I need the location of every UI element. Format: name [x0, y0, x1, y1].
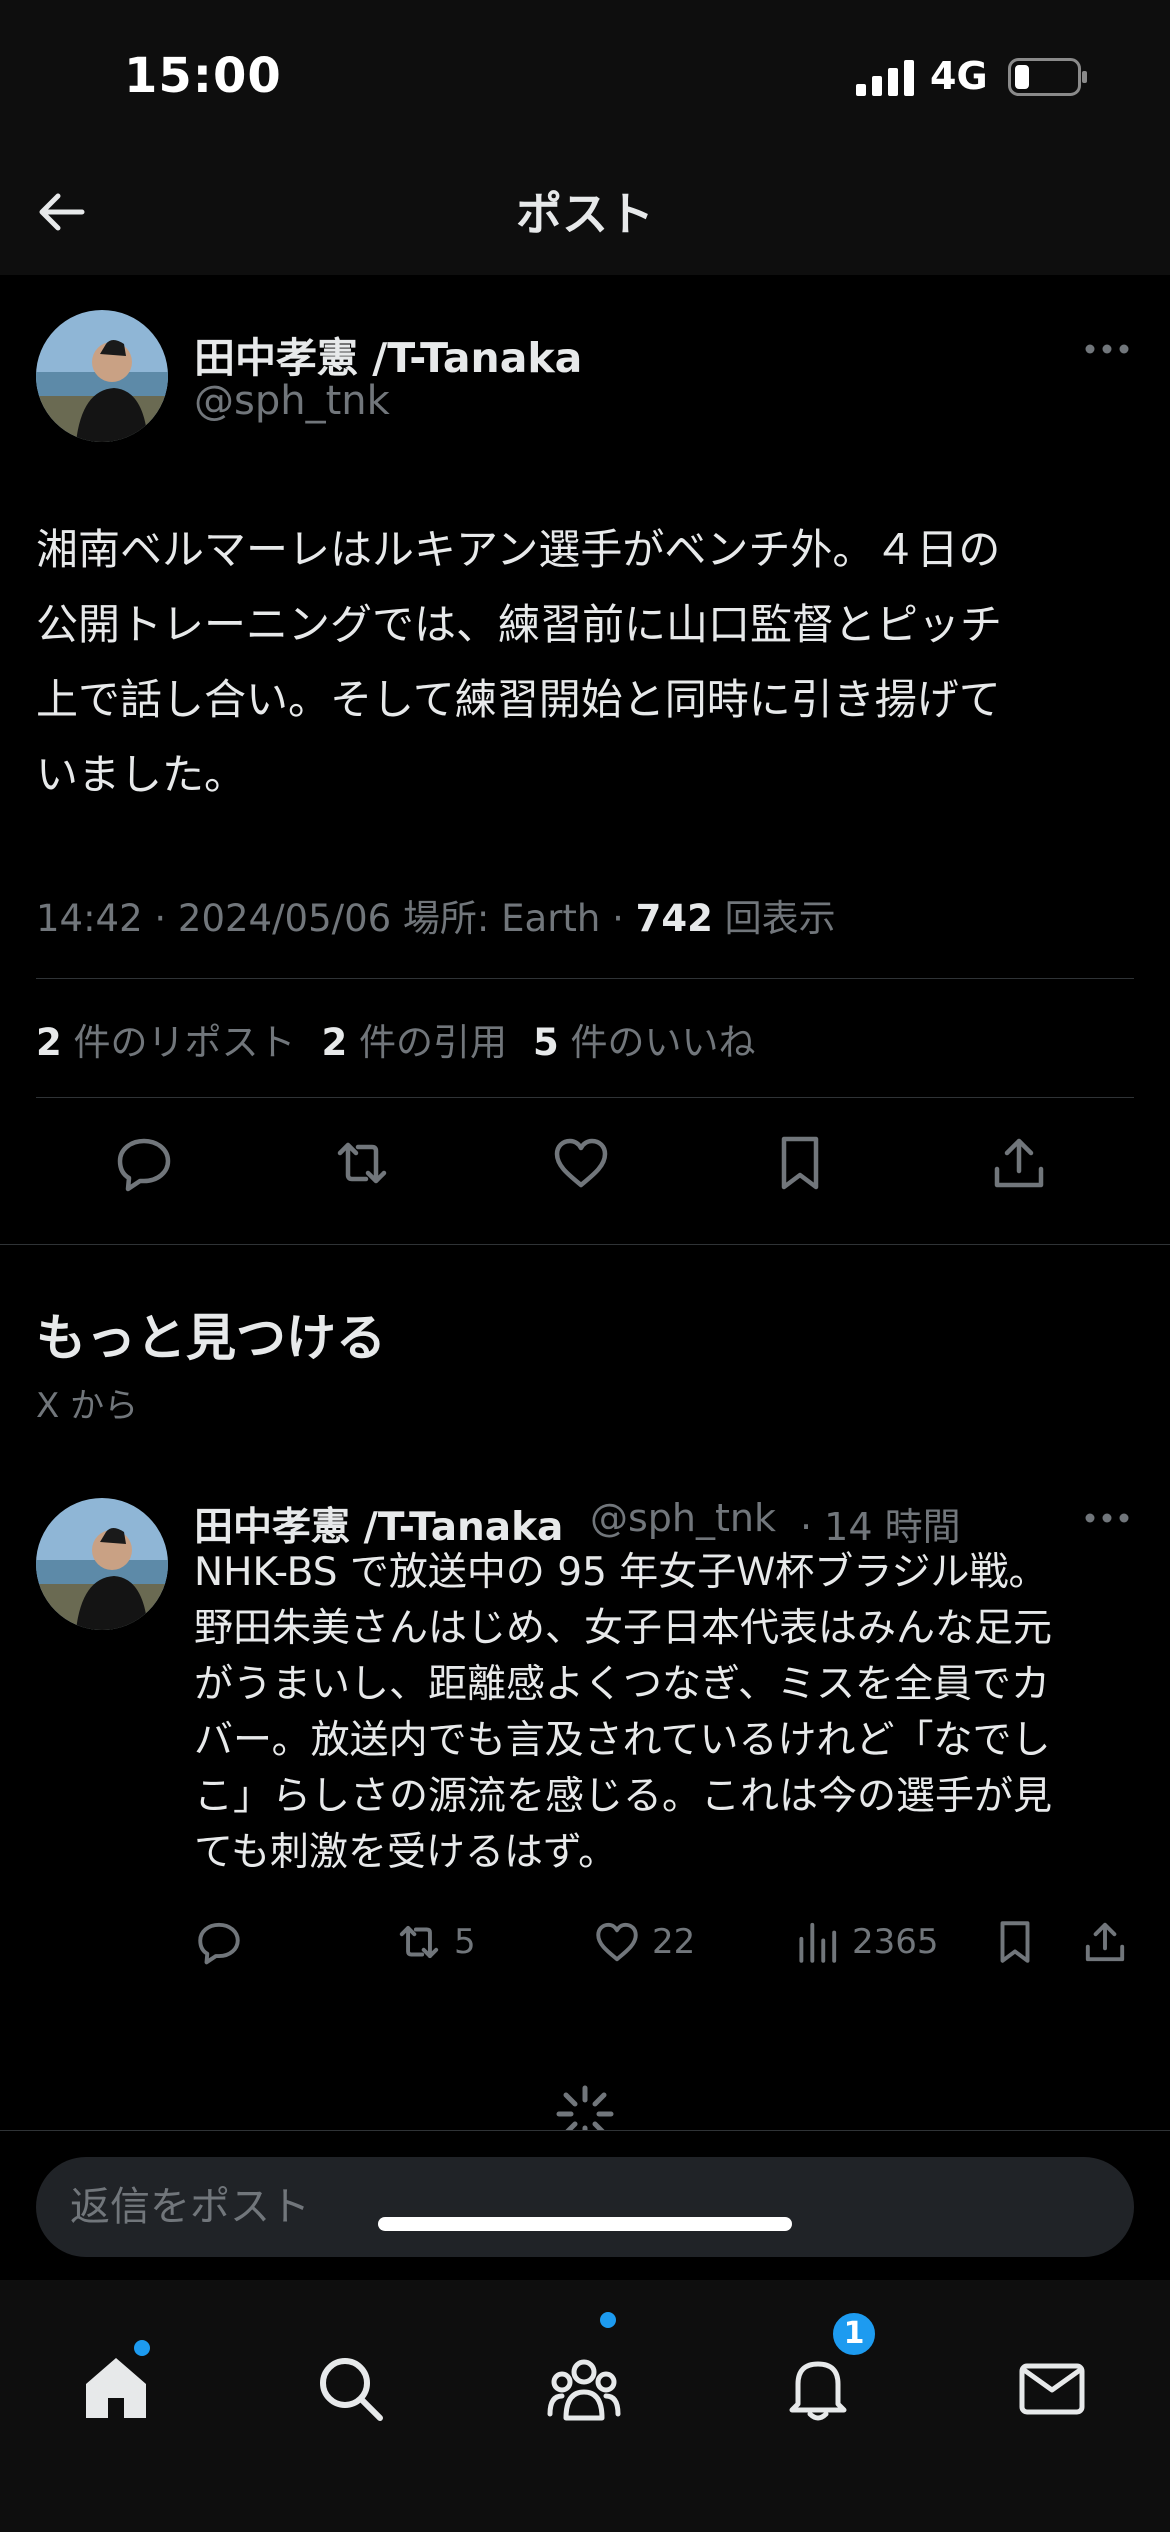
divider [36, 1097, 1134, 1098]
compose-bar [0, 2130, 1170, 2280]
views-label: 回表示 [724, 897, 836, 940]
bell-icon [789, 2361, 847, 2421]
battery-icon [1008, 58, 1087, 96]
share-icon[interactable] [987, 1131, 1051, 1195]
reply-text-line: NHK-BS で放送中の 95 年女子Ｗ杯ブラジル戦。 [194, 1550, 1048, 1595]
reply-text-line: こ」らしさの源流を感じる。これは今の選手が見 [194, 1774, 1053, 1819]
quotes-label: 件の引用 [359, 1021, 508, 1064]
reply-author-handle[interactable]: @sph_tnk [590, 1496, 776, 1540]
reposts-label: 件のリポスト [73, 1021, 296, 1064]
likes-stat[interactable]: 5 件のいいね [533, 1021, 756, 1064]
mail-icon [1019, 2363, 1085, 2415]
network-label: 4G [930, 54, 988, 98]
reply-views-count: 2365 [852, 1922, 939, 1962]
section-divider [0, 1244, 1170, 1245]
post-text-line: 上で話し合い。そして練習開始と同時に引き揚げて [36, 675, 1001, 724]
bottom-tab-bar: 1 [0, 2280, 1170, 2532]
tab-search[interactable] [312, 2350, 388, 2426]
home-icon [86, 2358, 146, 2418]
tab-home[interactable] [78, 2350, 154, 2426]
reply-bookmark-button[interactable] [990, 1912, 1050, 1972]
post-text-line: 湘南ベルマーレはルキアン選手がベンチ外。４日の [36, 525, 1001, 574]
post-stats: 2 件のリポスト 2 件の引用 5 件のいいね [36, 1012, 756, 1066]
reply-share-button[interactable] [1080, 1912, 1140, 1972]
home-notification-dot [134, 2340, 150, 2356]
more-options-icon[interactable] [1082, 339, 1132, 359]
reply-input[interactable] [36, 2157, 1134, 2257]
reply-reply-button[interactable] [194, 1912, 254, 1972]
repost-icon [399, 1925, 439, 1959]
post-text-line: 公開トレーニングでは、練習前に山口監督とピッチ [36, 600, 1003, 649]
reply-icon[interactable] [112, 1131, 176, 1195]
discover-subtitle: X から [36, 1386, 139, 1426]
reply-icon [198, 1922, 240, 1965]
reply-more-options-icon[interactable] [1082, 1508, 1132, 1528]
reply-like-button[interactable]: 22 [592, 1912, 695, 1972]
bookmark-icon[interactable] [768, 1131, 832, 1195]
reply-text: NHK-BS で放送中の 95 年女子Ｗ杯ブラジル戦。 野田朱美さんはじめ、女子… [194, 1545, 1144, 1881]
reply-repost-button[interactable]: 5 [394, 1912, 476, 1972]
nav-header: ポスト [0, 150, 1170, 275]
quotes-count: 2 [321, 1021, 348, 1064]
reply-repost-count: 5 [454, 1922, 476, 1962]
communities-notification-dot [600, 2312, 616, 2328]
like-icon [596, 1922, 638, 1962]
discover-title: もっと見つける [36, 1309, 386, 1367]
reply-text-line: ても刺激を受けるはず。 [194, 1830, 618, 1875]
status-bar: 15:00 4G [0, 0, 1170, 150]
repost-icon[interactable] [330, 1131, 394, 1195]
tab-notifications[interactable] [780, 2350, 856, 2426]
like-icon[interactable] [549, 1131, 613, 1195]
reply-time: · 14 時間 [800, 1505, 961, 1549]
reposts-stat[interactable]: 2 件のリポスト [36, 1021, 296, 1064]
reply-author-name[interactable]: 田中孝憲 /T-Tanaka [194, 1496, 563, 1552]
post-timestamp-location: 14:42 · 2024/05/06 場所: Earth · [36, 897, 636, 940]
author-handle[interactable]: @sph_tnk [194, 378, 390, 424]
bookmark-icon [1000, 1921, 1030, 1963]
page-title: ポスト [516, 187, 654, 241]
post-text-line: いました。 [36, 750, 247, 799]
tab-communities[interactable] [546, 2350, 622, 2426]
author-avatar[interactable] [36, 310, 168, 442]
divider [36, 978, 1134, 979]
share-icon [1085, 1922, 1125, 1962]
views-icon [799, 1922, 837, 1963]
quotes-stat[interactable]: 2 件の引用 [322, 1021, 508, 1064]
author-name[interactable]: 田中孝憲 /T-Tanaka [194, 324, 582, 384]
tab-messages[interactable] [1014, 2350, 1090, 2426]
likes-label: 件のいいね [570, 1021, 756, 1064]
signal-icon [856, 60, 914, 96]
reply-author-avatar[interactable] [36, 1498, 168, 1630]
post-meta: 14:42 · 2024/05/06 場所: Earth · 742 回表示 [36, 888, 836, 942]
reply-views-button[interactable]: 2365 [792, 1912, 939, 1972]
communities-icon [547, 2359, 621, 2421]
search-icon [320, 2358, 383, 2421]
notifications-badge: 1 [830, 2310, 878, 2358]
reposts-count: 2 [36, 1021, 62, 1064]
views-count: 742 [635, 897, 713, 940]
reply-text-line: 野田朱美さんはじめ、女子日本代表はみんな足元 [194, 1606, 1053, 1651]
home-indicator[interactable] [378, 2217, 792, 2231]
reply-like-count: 22 [652, 1922, 696, 1962]
post-text: 湘南ベルマーレはルキアン選手がベンチ外。４日の 公開トレーニングでは、練習前に山… [36, 512, 1136, 812]
reply-text-line: がうまいし、距離感よくつなぎ、ミスを全員でカ [194, 1662, 1051, 1707]
status-time: 15:00 [124, 48, 282, 104]
reply-text-line: バー。放送内でも言及されているけれど「なでし [194, 1718, 1051, 1763]
likes-count: 5 [533, 1021, 559, 1064]
